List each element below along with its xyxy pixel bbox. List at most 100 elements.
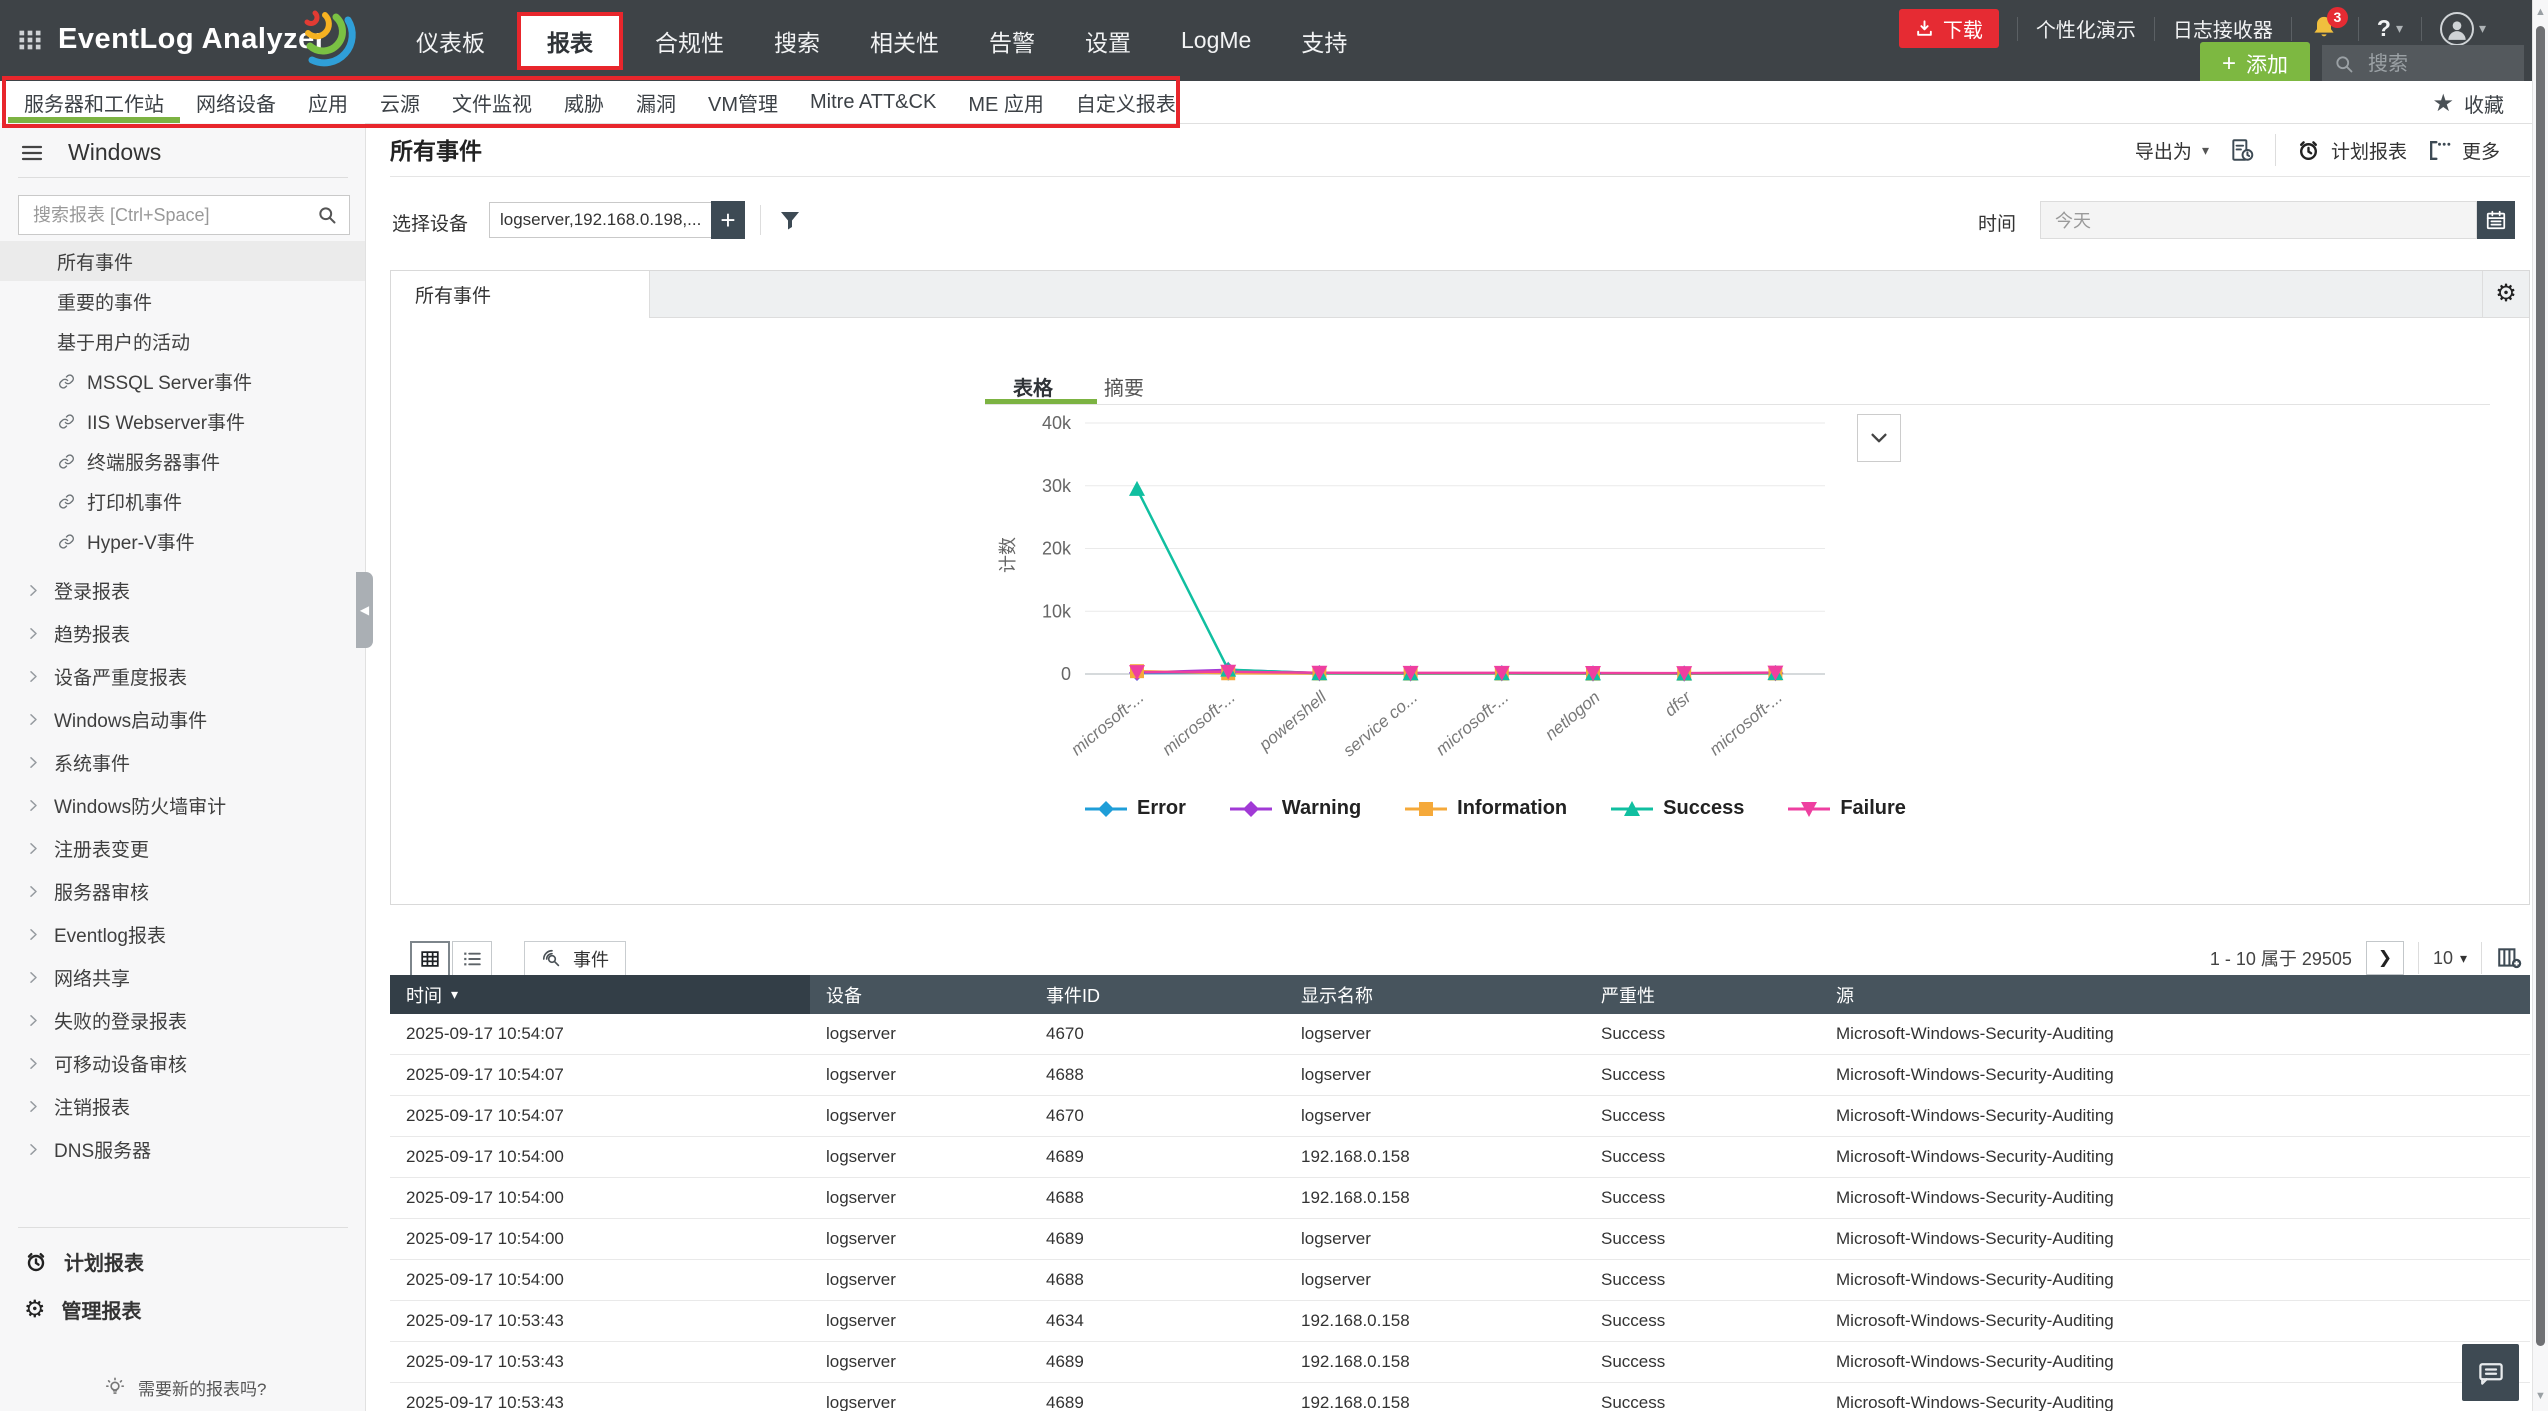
scroll-up-icon[interactable]: ▲ xyxy=(2535,6,2546,18)
subnav-tab[interactable]: 文件监视 xyxy=(436,81,548,123)
sidebar-item[interactable]: 系统事件 xyxy=(0,741,365,784)
chevron-right-icon[interactable] xyxy=(26,1056,41,1071)
chevron-right-icon[interactable] xyxy=(26,626,41,641)
topbar-tab[interactable]: 相关性 xyxy=(852,14,957,68)
sidebar-item[interactable]: Windows防火墙审计 xyxy=(0,784,365,827)
sidebar-item[interactable]: 所有事件 xyxy=(0,241,365,281)
need-new-reports-link[interactable]: 需要新的报表吗? xyxy=(104,1375,266,1400)
topbar-tab[interactable]: 搜索 xyxy=(756,14,838,68)
column-header[interactable]: 设备 xyxy=(810,975,1030,1014)
scroll-down-icon[interactable]: ▼ xyxy=(2535,1390,2546,1402)
app-logo[interactable]: EventLog Analyzer xyxy=(58,23,326,56)
tab-summary[interactable]: 摘要 xyxy=(1104,372,1144,401)
sidebar-item[interactable]: 服务器审核 xyxy=(0,870,365,913)
subnav-tab[interactable]: 应用 xyxy=(292,81,364,123)
subnav-tab[interactable]: 漏洞 xyxy=(620,81,692,123)
legend-item[interactable]: Warning xyxy=(1230,797,1361,820)
subnav-tab[interactable]: ME 应用 xyxy=(952,81,1060,123)
topbar-tab[interactable]: 支持 xyxy=(1283,14,1365,68)
subnav-tab[interactable]: 威胁 xyxy=(548,81,620,123)
add-column-icon[interactable] xyxy=(2496,945,2522,971)
sidebar-item[interactable]: 趋势报表 xyxy=(0,612,365,655)
topbar-tab[interactable]: 报表 xyxy=(517,12,623,70)
sidebar-collapse-handle[interactable]: ◀ xyxy=(356,572,373,648)
chevron-right-icon[interactable] xyxy=(26,798,41,813)
chevron-right-icon[interactable] xyxy=(26,1099,41,1114)
legend-item[interactable]: Error xyxy=(1085,797,1186,820)
chat-button[interactable] xyxy=(2462,1344,2519,1401)
table-row[interactable]: 2025-09-17 10:53:43logserver4634192.168.… xyxy=(390,1301,2530,1342)
table-row[interactable]: 2025-09-17 10:53:43logserver4689192.168.… xyxy=(390,1342,2530,1383)
chevron-right-icon[interactable] xyxy=(26,841,41,856)
subnav-tab[interactable]: Mitre ATT&CK xyxy=(794,81,952,123)
subnav-tab[interactable]: 云源 xyxy=(364,81,436,123)
sidebar-item[interactable]: 重要的事件 xyxy=(0,281,365,321)
export-history-icon[interactable] xyxy=(2229,137,2255,163)
device-input[interactable] xyxy=(489,202,713,238)
page-scrollbar[interactable]: ▲ ▼ xyxy=(2532,0,2548,1411)
sidebar-item[interactable]: 打印机事件 xyxy=(0,481,365,521)
report-search-input[interactable] xyxy=(31,204,317,227)
topbar-tab[interactable]: 设置 xyxy=(1067,14,1149,68)
sidebar-item[interactable]: 注册表变更 xyxy=(0,827,365,870)
sort-caret-icon[interactable]: ▾ xyxy=(451,986,458,1003)
topbar-tab[interactable]: 合规性 xyxy=(637,14,742,68)
chevron-right-icon[interactable] xyxy=(26,755,41,770)
topbar-tab[interactable]: 告警 xyxy=(971,14,1053,68)
device-input-field[interactable] xyxy=(490,203,712,237)
sidebar-item[interactable]: 基于用户的活动 xyxy=(0,321,365,361)
table-row[interactable]: 2025-09-17 10:54:00logserver4689192.168.… xyxy=(390,1137,2530,1178)
column-header[interactable]: 显示名称 xyxy=(1285,975,1585,1014)
subnav-tab[interactable]: 网络设备 xyxy=(180,81,292,123)
chevron-right-icon[interactable] xyxy=(26,927,41,942)
help-menu[interactable]: ?▾ xyxy=(2377,15,2403,42)
chevron-right-icon[interactable] xyxy=(26,970,41,985)
sidebar-item[interactable]: Hyper-V事件 xyxy=(0,521,365,561)
chart-collapse-button[interactable] xyxy=(1857,414,1901,462)
legend-item[interactable]: Success xyxy=(1611,797,1744,820)
tab-table[interactable]: 表格 xyxy=(1013,372,1053,401)
global-search[interactable] xyxy=(2322,45,2524,84)
chevron-right-icon[interactable] xyxy=(26,1013,41,1028)
sidebar-item[interactable]: 网络共享 xyxy=(0,956,365,999)
time-range-input[interactable] xyxy=(2040,201,2477,239)
chevron-right-icon[interactable] xyxy=(26,884,41,899)
chevron-right-icon[interactable] xyxy=(26,712,41,727)
user-menu[interactable]: ▾ xyxy=(2440,12,2486,46)
subnav-tab[interactable]: VM管理 xyxy=(692,81,794,123)
column-header[interactable]: 源 xyxy=(1820,975,2530,1014)
log-receiver-link[interactable]: 日志接收器 xyxy=(2173,14,2273,43)
table-row[interactable]: 2025-09-17 10:54:00logserver4688logserve… xyxy=(390,1260,2530,1301)
chevron-right-icon[interactable] xyxy=(26,1142,41,1157)
table-row[interactable]: 2025-09-17 10:53:43logserver4689192.168.… xyxy=(390,1383,2530,1411)
export-as-dropdown[interactable]: 导出为 ▾ xyxy=(2135,137,2209,164)
sidebar-item[interactable]: MSSQL Server事件 xyxy=(0,361,365,401)
hamburger-icon[interactable] xyxy=(20,141,44,165)
events-button[interactable]: 事件 xyxy=(524,941,626,977)
topbar-tab[interactable]: 仪表板 xyxy=(398,14,503,68)
calendar-button[interactable] xyxy=(2477,201,2515,239)
subnav-tab[interactable]: 自定义报表 xyxy=(1060,81,1192,123)
legend-item[interactable]: Information xyxy=(1405,797,1567,820)
table-row[interactable]: 2025-09-17 10:54:07logserver4688logserve… xyxy=(390,1055,2530,1096)
subnav-tab[interactable]: 服务器和工作站 xyxy=(8,81,180,123)
sidebar-item[interactable]: IIS Webserver事件 xyxy=(0,401,365,441)
chevron-right-icon[interactable] xyxy=(26,669,41,684)
page-size-dropdown[interactable]: 10 ▾ xyxy=(2433,948,2467,969)
table-row[interactable]: 2025-09-17 10:54:00logserver4689logserve… xyxy=(390,1219,2530,1260)
panel-settings-icon[interactable]: ⚙ xyxy=(2482,271,2529,317)
report-search[interactable] xyxy=(18,195,350,235)
notifications-bell-icon[interactable]: 3 xyxy=(2310,14,2340,44)
panel-tab-all-events[interactable]: 所有事件 xyxy=(391,271,650,318)
sidebar-item-manage-reports[interactable]: ⚙ 管理报表 xyxy=(24,1295,142,1324)
sidebar-item-scheduled-reports[interactable]: 计划报表 xyxy=(24,1247,144,1276)
global-search-input[interactable] xyxy=(2366,52,2480,77)
column-header[interactable]: 严重性 xyxy=(1585,975,1820,1014)
column-header[interactable]: 事件ID xyxy=(1030,975,1285,1014)
chevron-right-icon[interactable] xyxy=(26,583,41,598)
table-row[interactable]: 2025-09-17 10:54:07logserver4670logserve… xyxy=(390,1096,2530,1137)
time-range-field[interactable] xyxy=(2041,202,2476,238)
table-row[interactable]: 2025-09-17 10:54:00logserver4688192.168.… xyxy=(390,1178,2530,1219)
sidebar-item[interactable]: 注销报表 xyxy=(0,1085,365,1128)
list-view-button[interactable] xyxy=(452,941,492,977)
